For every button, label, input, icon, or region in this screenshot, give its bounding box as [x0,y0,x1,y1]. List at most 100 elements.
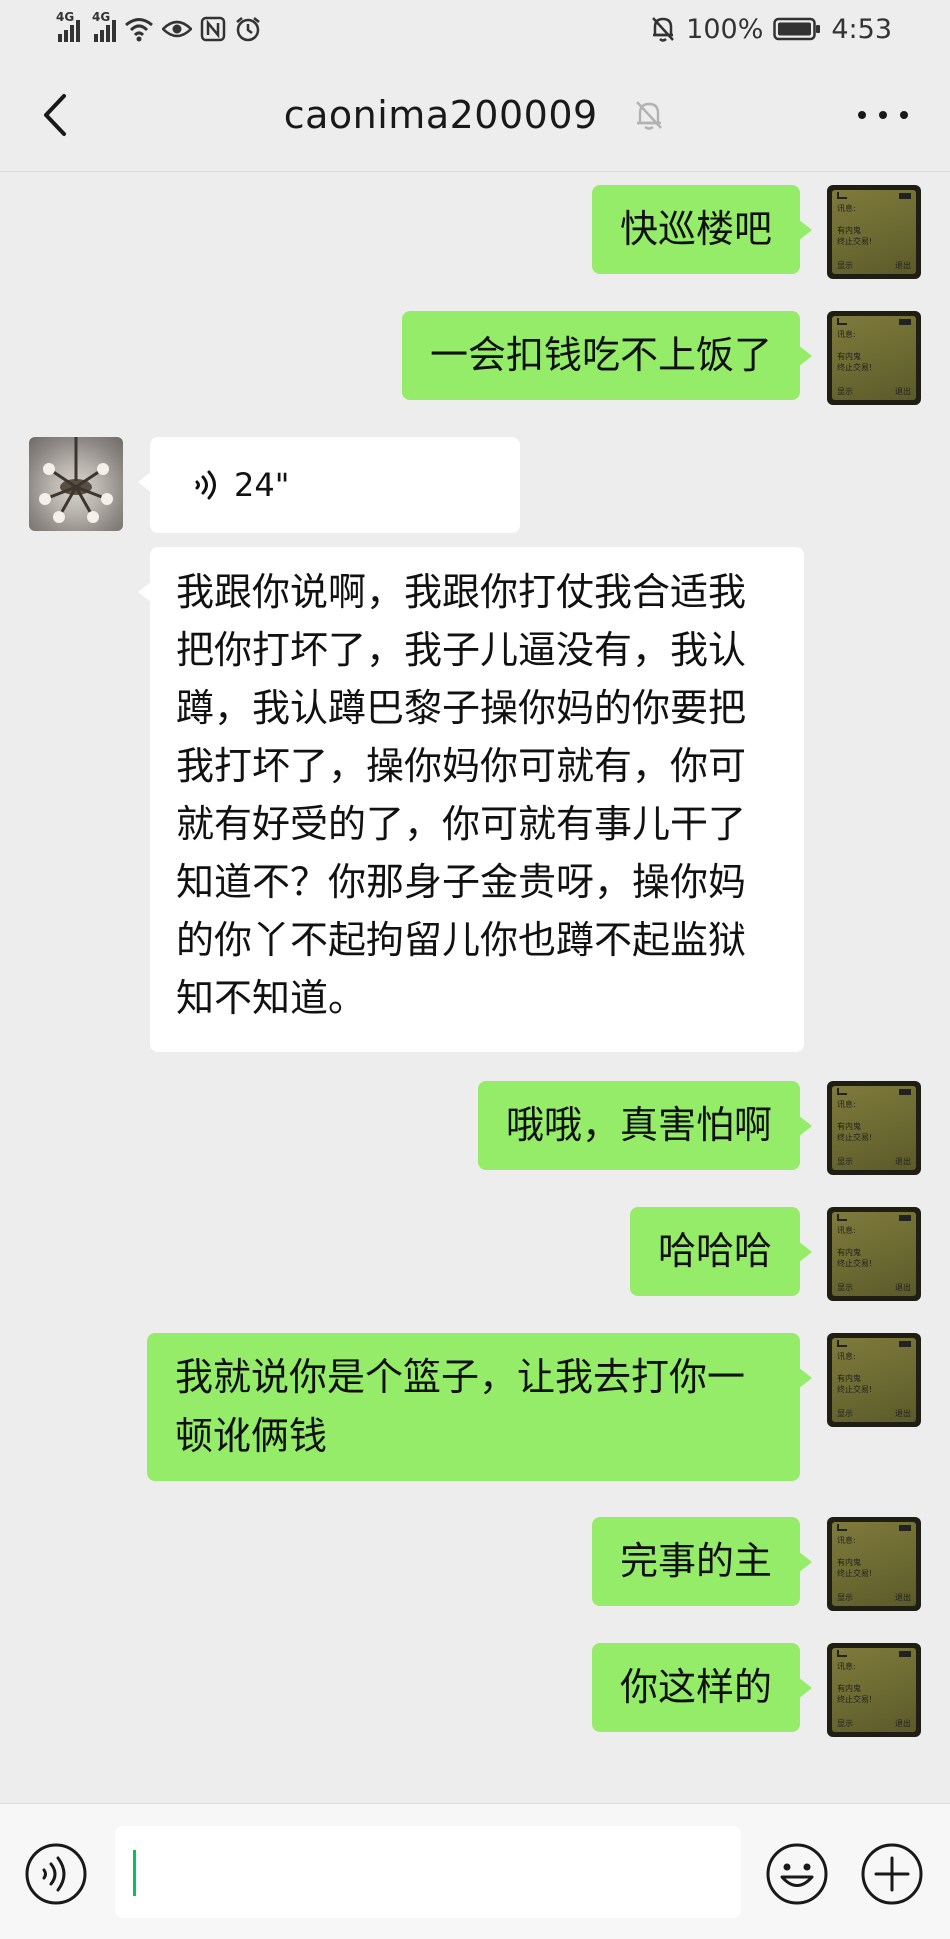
antenna-icon [837,1524,847,1531]
message-line: 我打坏了，操你妈你可就有，你可 [176,744,747,788]
message-line: 顿讹俩钱 [175,1414,328,1458]
voice-input-icon[interactable] [24,1842,88,1906]
antenna-icon [837,1340,847,1347]
message-line: 知道不？你那身子金贵呀，操你妈 [176,860,747,904]
pager-screen: 讯息: 有内鬼终止交易! 显示 退出 [832,316,916,400]
nfc-icon [200,16,226,42]
pager-softkey: 显示 [837,1283,853,1292]
pager-line: 讯息: [837,1352,856,1361]
message-line: 的你丫不起拘留儿你也蹲不起监狱 [176,918,747,962]
battery-icon [899,1525,911,1531]
pager-line: 终止交易! [837,1133,873,1142]
antenna-icon [837,318,847,325]
mute-bell-icon [652,17,675,42]
message-line: 把你打坏了，我子儿逼没有，我认 [176,628,747,672]
battery-icon [899,319,911,325]
avatar[interactable]: 讯息: 有内鬼终止交易! 显示 退出 [827,1643,921,1737]
message-bubble[interactable]: 我跟你说啊，我跟你打仗我合适我 把你打坏了，我子儿逼没有，我认 蹲，我认蹲巴黎子… [138,547,804,1052]
pager-line: 讯息: [837,330,856,339]
pager-softkey: 显示 [837,387,853,396]
pager-line: 有内鬼 [837,1248,861,1257]
pager-line: 终止交易! [837,363,873,372]
voice-duration: 24" [234,466,290,504]
pager-line: 有内鬼 [837,1374,861,1383]
pager-line: 有内鬼 [837,226,861,235]
pager-line: 有内鬼 [837,1558,861,1567]
message-bubble[interactable]: 哈哈哈 [629,1207,813,1296]
pager-softkey: 退出 [895,1157,911,1166]
message-line: 我就说你是个篮子，让我去打你一 [175,1355,746,1399]
avatar[interactable] [29,437,123,531]
status-bar: 4G 4G 100% 4:53 [0,0,950,58]
avatar[interactable]: 讯息: 有内鬼 终止交易! 显示 退出 [827,185,921,279]
pager-line: 终止交易! [837,1385,873,1394]
status-right: 100% 4:53 [650,12,892,46]
input-bar [0,1803,950,1939]
battery-percent: 100% [686,13,764,45]
pager-softkey: 退出 [895,1409,911,1418]
contact-name: caonima200009 [283,92,598,137]
pager-line: 终止交易! [837,1569,873,1578]
avatar[interactable]: 讯息: 有内鬼 终止交易! 显示 退出 [827,1517,921,1611]
battery-icon [899,1651,911,1657]
signal-icon: 4G [56,10,80,42]
pager-line: 终止交易! [837,1695,873,1704]
pager-softkey: 显示 [837,261,853,270]
plus-icon[interactable] [860,1842,924,1906]
pager-softkey: 退出 [895,1719,911,1728]
antenna-icon [837,1214,847,1221]
message-bubble[interactable]: 哦哦，真害怕啊 [477,1081,813,1170]
pager-screen: 讯息: 有内鬼 终止交易! 显示 退出 [832,190,916,274]
chat-header: caonima200009 [0,58,950,172]
antenna-icon [837,1650,847,1657]
message-line: 我跟你说啊，我跟你打仗我合适我 [176,570,747,614]
message-list[interactable]: 讯息: 有内鬼 终止交易! 显示 退出 快巡楼吧 讯息: 有内鬼 终止交易! 显示 退出 一会扣… [0,173,950,1767]
pager-softkey: 退出 [895,1283,911,1292]
message-bubble[interactable]: 你这样的 [591,1643,813,1732]
message-bubble[interactable]: 快巡楼吧 [591,185,813,274]
pager-line: 有内鬼 [837,352,861,361]
voice-message[interactable]: 24" [138,437,520,533]
pager-softkey: 显示 [837,1409,853,1418]
pager-line: 讯息: [837,1226,856,1235]
pager-softkey: 显示 [837,1719,853,1728]
pager-screen: 讯息: 有内鬼终止交易! 显示 退出 [832,1086,916,1170]
pager-screen: 讯息: 有内鬼 终止交易! 显示 退出 [832,1522,916,1606]
pager-softkey: 显示 [837,1593,853,1602]
message-line: 知不知道。 [176,976,367,1020]
status-left: 4G 4G [56,10,262,46]
message-input[interactable] [115,1826,741,1918]
network-type-2: 4G [92,10,111,24]
emoji-icon[interactable] [765,1842,829,1906]
eye-icon [162,20,192,38]
more-dots-icon[interactable] [858,98,908,132]
pager-screen: 讯息: 有内鬼 终止交易! 显示 退出 [832,1212,916,1296]
message-bubble[interactable]: 我就说你是个篮子，让我去打你一 顿讹俩钱 [147,1333,812,1481]
pager-softkey: 退出 [895,1593,911,1602]
antenna-icon [837,1088,847,1095]
chandelier-photo [39,437,113,523]
pager-line: 有内鬼 [837,1684,861,1693]
alarm-icon [236,17,260,42]
message-bubble[interactable]: 一会扣钱吃不上饭了 [401,311,813,400]
pager-line: 终止交易! [837,237,873,246]
pager-softkey: 显示 [837,1157,853,1166]
battery-icon [899,193,911,199]
pager-line: 讯息: [837,1662,856,1671]
antenna-icon [837,192,847,199]
message-bubble[interactable]: 完事的主 [591,1517,813,1606]
battery-icon [899,1341,911,1347]
pager-softkey: 退出 [895,387,911,396]
battery-icon [899,1089,911,1095]
message-line: 蹲，我认蹲巴黎子操你妈的你要把 [176,686,747,730]
pager-screen: 讯息: 有内鬼终止交易! 显示 退出 [832,1648,916,1732]
wifi-icon [125,18,153,42]
avatar[interactable]: 讯息: 有内鬼 终止交易! 显示 退出 [827,1207,921,1301]
avatar[interactable]: 讯息: 有内鬼终止交易! 显示 退出 [827,311,921,405]
signal-icon-2: 4G [92,10,116,42]
message-line: 就有好受的了，你可就有事儿干了 [176,802,747,846]
pager-line: 讯息: [837,1100,856,1109]
avatar[interactable]: 讯息: 有内鬼终止交易! 显示 退出 [827,1081,921,1175]
avatar[interactable]: 讯息: 有内鬼终止交易! 显示 退出 [827,1333,921,1427]
pager-line: 有内鬼 [837,1122,861,1131]
